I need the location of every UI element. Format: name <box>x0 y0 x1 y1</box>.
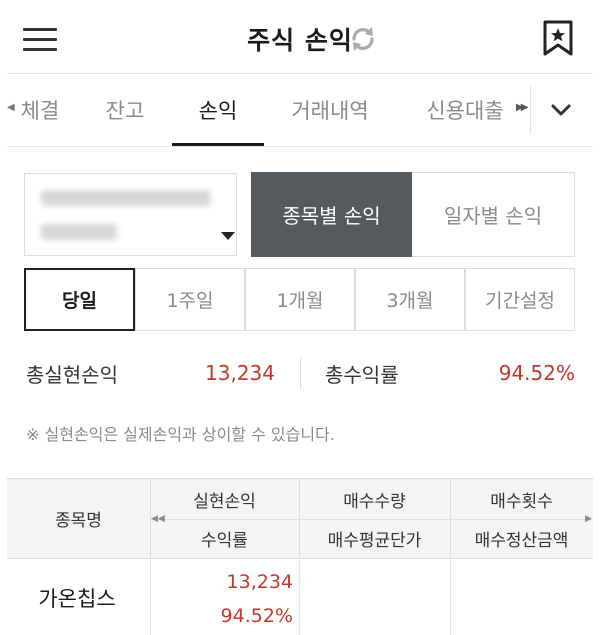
total-realized-pl-value: 13,234 <box>205 361 275 385</box>
header-buy-settle-amount: 매수정산금액 <box>474 531 569 551</box>
period-1month-button[interactable]: 1개월 <box>245 268 355 331</box>
period-1week-button[interactable]: 1주일 <box>135 268 245 331</box>
period-3month-button[interactable]: 3개월 <box>355 268 465 331</box>
total-return-value: 94.52% <box>498 361 575 385</box>
header-realized-pl: 실현손익 <box>193 491 256 512</box>
header-return-rate: 수익률 <box>201 531 248 551</box>
mode-by-stock-button[interactable]: 종목별 손익 <box>251 172 412 257</box>
page-title: 주식 손익 <box>247 26 353 55</box>
account-selector[interactable] <box>24 173 237 256</box>
active-tab-underline <box>172 143 264 146</box>
tab-bar: ◀ 체결 잔고 손익 거래내역 신용대출 ▶▶ <box>7 73 593 147</box>
tab-scroll-right-icon[interactable]: ▶▶ <box>516 102 529 113</box>
row-divider <box>299 560 300 635</box>
hamburger-menu-icon[interactable] <box>23 25 59 53</box>
mode-by-date-button[interactable]: 일자별 손익 <box>412 172 575 257</box>
tab-transaction-history[interactable]: 거래내역 <box>279 74 381 146</box>
period-custom-button[interactable]: 기간설정 <box>465 268 575 331</box>
chevron-down-icon[interactable] <box>549 100 573 120</box>
total-return-label: 총수익률 <box>325 363 399 387</box>
app-header: 주식 손익 <box>7 5 593 73</box>
tab-credit-loan[interactable]: 신용대출 <box>414 74 516 146</box>
row-stock-name: 가온칩스 <box>38 587 116 611</box>
tab-divider <box>530 86 531 134</box>
row-return-rate: 94.52% <box>220 605 293 627</box>
bookmark-star-icon[interactable] <box>540 19 576 57</box>
title-wrap: 주식 손익 <box>7 5 593 73</box>
notice-text: ※ 실현손익은 실제손익과 상이할 수 있습니다. <box>26 425 335 444</box>
header-stock-name: 종목명 <box>55 511 102 531</box>
tab-balance[interactable]: 잔고 <box>93 74 157 146</box>
app-frame: 주식 손익 ◀ 체결 잔고 손익 거래내역 신용대출 ▶▶ 종목별 손익 일자별… <box>7 5 593 635</box>
header-avg-buy-price: 매수평균단가 <box>327 531 422 551</box>
tab-execution[interactable]: 체결 <box>15 74 65 146</box>
row-divider <box>450 560 451 635</box>
refresh-icon[interactable] <box>346 22 380 56</box>
masked-account-name <box>41 224 117 240</box>
masked-account-number <box>41 190 211 206</box>
tab-scroll-left-icon[interactable]: ◀ <box>7 102 15 113</box>
caret-down-icon <box>221 232 235 240</box>
row-divider <box>150 560 151 635</box>
period-today-button[interactable]: 당일 <box>24 268 135 331</box>
tab-profit-loss[interactable]: 손익 <box>172 74 264 146</box>
row-realized-pl: 13,234 <box>226 571 293 593</box>
table-header: 종목명 ◀◀ ▶ 실현손익 매수수량 매수횟수 수익률 매수평균단가 매수정산금… <box>7 478 593 559</box>
header-buy-quantity: 매수수량 <box>343 491 406 512</box>
total-realized-pl-label: 총실현손익 <box>26 363 118 387</box>
summary-divider <box>300 357 301 389</box>
header-buy-count: 매수횟수 <box>490 491 553 512</box>
